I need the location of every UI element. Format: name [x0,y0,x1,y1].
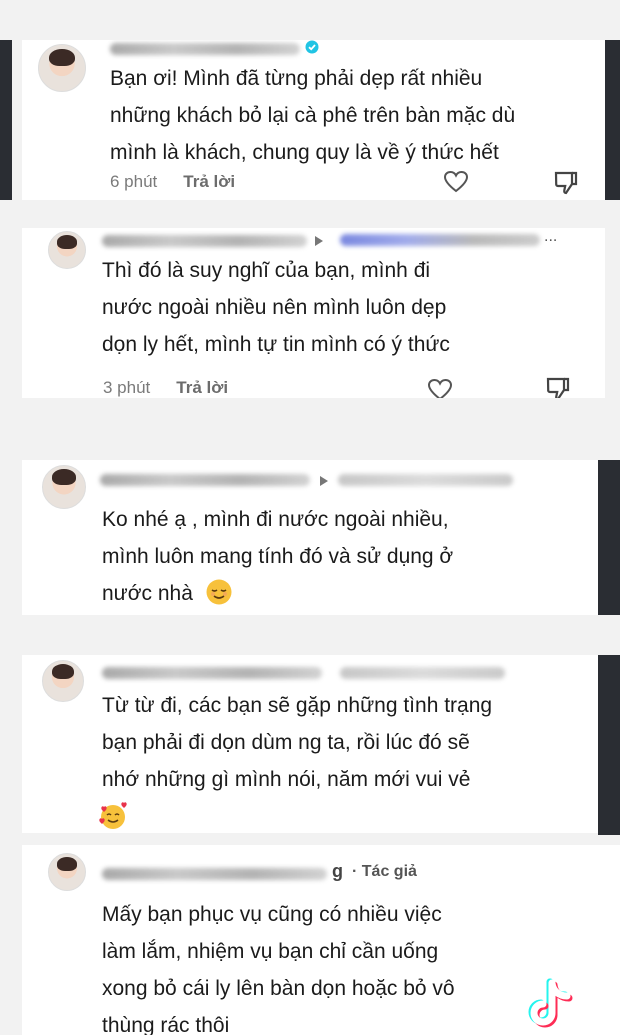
avatar[interactable] [48,853,86,891]
avatar[interactable] [42,465,86,509]
comment-line: Từ từ đi, các bạn sẽ gặp những tình trạn… [102,694,493,717]
author-name-blurred[interactable] [110,43,300,55]
comment-card-2: ... Thì đó là suy nghĩ của bạn, mình đi … [22,228,605,398]
reply-target-ellipsis: ... [544,228,558,245]
comment-line: Mấy bạn phục vụ cũng có nhiều việc [102,903,442,926]
heart-icon[interactable] [443,170,469,194]
comment-card-1: Bạn ơi! Mình đã từng phải dẹp rất nhiều … [22,40,605,200]
reply-target-name-blurred[interactable] [340,667,505,679]
comment-line: Thì đó là suy nghĩ của bạn, mình đi [102,259,431,282]
author-badge: · Tác giả [352,863,417,880]
background-edge-right [604,40,620,200]
author-name-blurred[interactable] [100,474,310,486]
comment-line: làm lắm, nhiệm vụ bạn chỉ cần uống [102,940,439,963]
reply-target-name-blurred[interactable] [340,234,540,246]
comment-text: Bạn ơi! Mình đã từng phải dẹp rất nhiều … [110,60,515,171]
avatar[interactable] [48,231,86,269]
relieved-face-emoji [206,579,232,605]
comment-meta: 3 phút Trả lời [103,378,228,398]
comment-time: 6 phút [110,172,158,191]
background-edge-left [0,40,12,200]
comment-meta: 6 phút Trả lời [110,172,235,192]
comment-line: bạn phải đi dọn dùm ng ta, rồi lúc đó sẽ [102,731,470,754]
smiling-face-with-hearts-emoji [99,802,127,829]
comment-line: Bạn ơi! Mình đã từng phải dẹp rất nhiều [110,67,483,90]
comment-line: mình luôn mang tính đó và sử dụng ở [102,545,454,568]
comment-card-4: Từ từ đi, các bạn sẽ gặp những tình trạn… [22,655,598,833]
comment-card-5: g · Tác giả Mấy bạn phục vụ cũng có nhiề… [22,845,620,1035]
reply-arrow-icon [315,236,323,246]
comment-text: Ko nhé ạ , mình đi nước ngoài nhiều, mìn… [102,501,453,612]
reply-button[interactable]: Trả lời [176,378,228,397]
author-name-blurred[interactable] [102,868,327,880]
comment-line: xong bỏ cái ly lên bàn dọn hoặc bỏ vô [102,977,455,1000]
comment-line: dọn ly hết, mình tự tin mình có ý thức [102,333,450,356]
avatar[interactable] [38,44,86,92]
comment-line: mình là khách, chung quy là về ý thức hế… [110,141,499,164]
author-name-suffix: g [332,861,343,881]
comment-line: thùng rác thôi [102,1014,230,1035]
reply-target-name-blurred[interactable] [338,474,513,486]
comment-time: 3 phút [103,378,151,397]
reply-button[interactable]: Trả lời [183,172,235,191]
author-name-blurred[interactable] [102,235,307,247]
comment-text: Mấy bạn phục vụ cũng có nhiều việc làm l… [102,896,455,1035]
comment-line: nước ngoài nhiều nên mình luôn dẹp [102,296,447,319]
comment-text: Từ từ đi, các bạn sẽ gặp những tình trạn… [102,687,492,798]
tiktok-logo-icon [528,978,573,1028]
comment-line: những khách bỏ lại cà phê trên bàn mặc d… [110,104,516,127]
comment-line-text: nước nhà [102,582,193,605]
comment-text: Thì đó là suy nghĩ của bạn, mình đi nước… [102,252,450,363]
comment-line: Ko nhé ạ , mình đi nước ngoài nhiều, [102,508,449,531]
background-edge-right-2 [598,460,620,615]
reply-arrow-icon [320,476,328,486]
background-edge-right-3 [598,655,620,835]
verified-badge-icon [305,40,319,54]
comment-line: nước nhà [102,575,453,612]
dislike-icon[interactable] [553,170,579,196]
dislike-icon[interactable] [544,376,572,398]
avatar[interactable] [42,660,84,702]
comment-card-3: Ko nhé ạ , mình đi nước ngoài nhiều, mìn… [22,460,598,615]
author-name-blurred[interactable] [102,667,322,679]
comment-line: nhớ những gì mình nói, năm mới vui vẻ [102,768,471,791]
heart-icon[interactable] [426,378,454,398]
